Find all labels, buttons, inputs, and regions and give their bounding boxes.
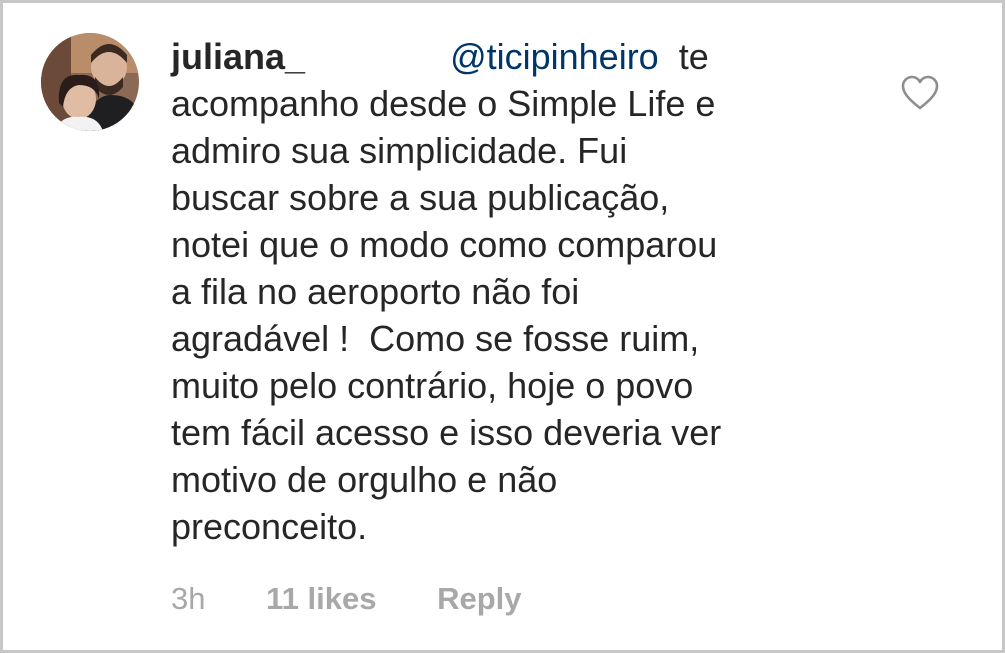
username-link[interactable]: juliana_	[171, 36, 305, 77]
comment-text: juliana_ @ticipinheiro te acompanho desde…	[171, 33, 871, 550]
comment-line: te	[678, 36, 709, 77]
comment-line: admiro sua simplicidade. Fui	[171, 130, 628, 171]
likes-count-button[interactable]: 11 likes	[266, 581, 376, 616]
comment-line: buscar sobre a sua publicação,	[171, 177, 670, 218]
avatar[interactable]	[41, 33, 139, 131]
comment-meta: 3h 11 likes Reply	[171, 581, 574, 617]
reply-button[interactable]: Reply	[437, 581, 521, 616]
timestamp: 3h	[171, 581, 206, 616]
heart-outline-icon[interactable]	[901, 75, 939, 111]
comment-line: preconceito.	[171, 506, 368, 547]
comment-line: motivo de orgulho e não	[171, 459, 558, 500]
comment-line: agradável ! Como se fosse ruim,	[171, 318, 700, 359]
avatar-image	[41, 33, 139, 131]
comment-line: acompanho desde o Simple Life e	[171, 83, 716, 124]
comment-card: juliana_ @ticipinheiro te acompanho desde…	[0, 0, 1005, 653]
comment-line: a fila no aeroporto não foi	[171, 271, 580, 312]
mention-link[interactable]: @ticipinheiro	[450, 36, 659, 77]
comment-line: notei que o modo como comparou	[171, 224, 718, 265]
comment-line: tem fácil acesso e isso deveria ver	[171, 412, 722, 453]
comment-line: muito pelo contrário, hoje o povo	[171, 365, 694, 406]
